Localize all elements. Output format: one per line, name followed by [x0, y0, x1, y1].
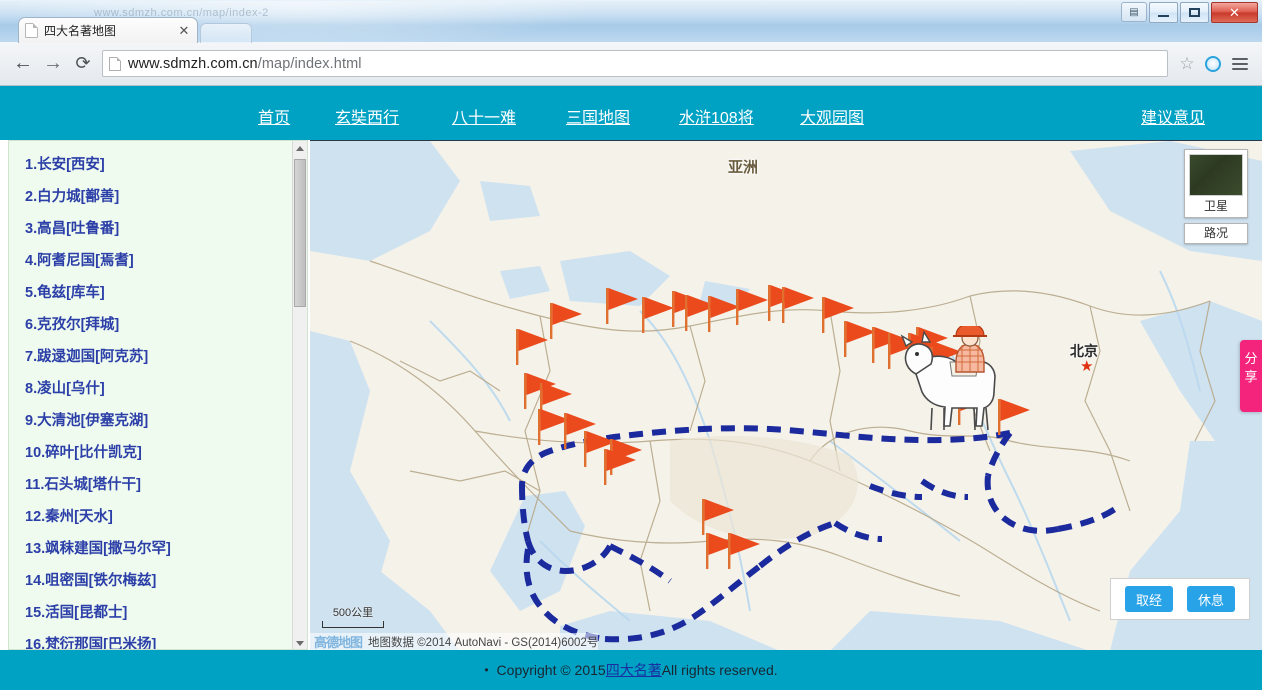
route-stops-list: 1.长安[西安] 2.白力城[鄯善] 3.高昌[吐鲁番] 4.阿耆尼国[焉耆] 5.龟兹… — [9, 141, 301, 649]
window-controls: ▤ ✕ — [1121, 2, 1258, 23]
sidebar-stop-item[interactable]: 8.凌山[乌什] — [25, 373, 301, 405]
amap-logo[interactable]: 高德地图 — [314, 632, 363, 650]
back-button[interactable]: ← — [8, 49, 38, 79]
share-side-tab[interactable]: 分 享 — [1240, 340, 1262, 412]
extension-circle-icon[interactable] — [1200, 51, 1226, 77]
sidebar-scroll-thumb[interactable] — [294, 159, 306, 307]
browser-toolbar: ← → ⟳ www.sdmzh.com.cn/map/index.html ☆ — [0, 42, 1262, 86]
map-canvas[interactable]: 亚洲 北京 ★ 卫星 路况 500公里 高德地图 地图数据 ©2014 Auto… — [310, 140, 1262, 650]
sidebar-stop-item[interactable]: 5.龟兹[库车] — [25, 277, 301, 309]
window-title-bar: www.sdmzh.com.cn/map/index-2 四大名著地图 ✕ ▤ … — [0, 0, 1262, 43]
footer-bullet-icon: • — [484, 663, 489, 677]
satellite-thumbnail-icon — [1189, 154, 1243, 196]
address-bar[interactable]: www.sdmzh.com.cn/map/index.html — [102, 50, 1168, 77]
route-stops-sidebar: 1.长安[西安] 2.白力城[鄯善] 3.高昌[吐鲁番] 4.阿耆尼国[焉耆] 5.龟兹… — [8, 140, 308, 650]
reload-button[interactable]: ⟳ — [68, 49, 98, 79]
site-nav-link-4[interactable]: 水浒108将 — [679, 104, 754, 128]
sidebar-stop-item[interactable]: 12.秦州[天水] — [25, 501, 301, 533]
page-info-icon — [109, 56, 121, 71]
monk-on-horse-illustration — [900, 326, 996, 431]
maximize-icon — [1189, 8, 1200, 17]
menu-bar-2 — [1232, 62, 1248, 65]
forward-button[interactable]: → — [38, 49, 68, 79]
sidebar-scroll-up-icon[interactable] — [293, 141, 307, 156]
sidebar-scrollbar[interactable] — [292, 141, 307, 649]
browser-tab[interactable]: 四大名著地图 ✕ — [18, 17, 198, 43]
window-minimize-button[interactable] — [1149, 2, 1178, 23]
chevron-down-icon — [296, 641, 304, 646]
window-extra-icon[interactable]: ▤ — [1121, 2, 1147, 22]
rest-button[interactable]: 休息 — [1187, 586, 1235, 612]
site-navigation-links: 首页 玄奘西行 八十一难 三国地图 水浒108将 大观园图 建议意见 — [0, 86, 1262, 140]
sidebar-scroll-down-icon[interactable] — [293, 636, 307, 649]
sidebar-stop-item[interactable]: 4.阿耆尼国[焉耆] — [25, 245, 301, 277]
sidebar-stop-item[interactable]: 9.大清池[伊塞克湖] — [25, 405, 301, 437]
sidebar-stop-item[interactable]: 7.跋逯迦国[阿克苏] — [25, 341, 301, 373]
page-footer: • Copyright © 2015 四大名著 All rights reser… — [0, 650, 1262, 690]
footer-site-link[interactable]: 四大名著 — [606, 660, 662, 680]
sidebar-stop-item[interactable]: 10.碎叶[比什凯克] — [25, 437, 301, 469]
share-char-1: 分 — [1244, 351, 1258, 366]
site-nav-link-6[interactable]: 建议意见 — [1141, 104, 1205, 128]
browser-menu-icon[interactable] — [1226, 50, 1254, 78]
browser-window: www.sdmzh.com.cn/map/index-2 四大名著地图 ✕ ▤ … — [0, 0, 1262, 690]
site-nav-link-5[interactable]: 大观园图 — [800, 104, 864, 128]
sidebar-stop-item[interactable]: 14.咀密国[铁尔梅兹] — [25, 565, 301, 597]
sidebar-stop-item[interactable]: 11.石头城[塔什干] — [25, 469, 301, 501]
tab-strip-filler — [200, 23, 252, 43]
address-bar-url: www.sdmzh.com.cn/map/index.html — [128, 55, 362, 72]
map-action-panel: 取经 休息 — [1110, 578, 1250, 620]
map-traffic-toggle[interactable]: 路况 — [1184, 223, 1248, 244]
sidebar-stop-item[interactable]: 16.梵衍那国[巴米扬] — [25, 629, 301, 649]
sidebar-stop-item[interactable]: 6.克孜尔[拜城] — [25, 309, 301, 341]
menu-bar-3 — [1232, 67, 1248, 70]
page-favicon-icon — [25, 23, 38, 38]
start-journey-button[interactable]: 取经 — [1125, 586, 1173, 612]
site-nav-link-2[interactable]: 八十一难 — [452, 104, 516, 128]
sidebar-stop-item[interactable]: 13.飒秣建国[撒马尔罕] — [25, 533, 301, 565]
site-nav-link-0[interactable]: 首页 — [258, 104, 290, 128]
chevron-up-icon — [296, 146, 304, 151]
sidebar-stop-item[interactable]: 3.高昌[吐鲁番] — [25, 213, 301, 245]
site-navigation-bar: 首页 玄奘西行 八十一难 三国地图 水浒108将 大观园图 建议意见 — [0, 86, 1262, 140]
footer-copyright-post: All rights reserved. — [661, 662, 778, 678]
menu-bar-1 — [1232, 57, 1248, 60]
window-close-button[interactable]: ✕ — [1211, 2, 1258, 23]
sidebar-stop-item[interactable]: 2.白力城[鄯善] — [25, 181, 301, 213]
footer-copyright-pre: Copyright © 2015 — [496, 662, 606, 678]
map-attribution: 高德地图 地图数据 ©2014 AutoNavi - GS(2014)6002号 — [310, 632, 599, 650]
sidebar-stop-item[interactable]: 15.活国[昆都士] — [25, 597, 301, 629]
sidebar-stop-item[interactable]: 1.长安[西安] — [25, 149, 301, 181]
tab-close-icon[interactable]: ✕ — [177, 24, 191, 38]
map-type-satellite-label[interactable]: 卫星 — [1185, 196, 1247, 217]
route-flag-markers — [516, 285, 1030, 569]
map-type-control[interactable]: 卫星 — [1184, 149, 1248, 218]
map-attribution-text: 地图数据 ©2014 AutoNavi - GS(2014)6002号 — [368, 636, 599, 649]
bookmark-star-icon[interactable]: ☆ — [1174, 50, 1200, 77]
extension-circle-glyph — [1205, 55, 1221, 72]
window-maximize-button[interactable] — [1180, 2, 1209, 23]
share-char-2: 享 — [1244, 369, 1258, 384]
tab-title: 四大名著地图 — [44, 24, 117, 38]
site-nav-link-3[interactable]: 三国地图 — [566, 104, 630, 128]
site-nav-link-1[interactable]: 玄奘西行 — [335, 104, 399, 128]
minimize-icon — [1158, 14, 1169, 17]
